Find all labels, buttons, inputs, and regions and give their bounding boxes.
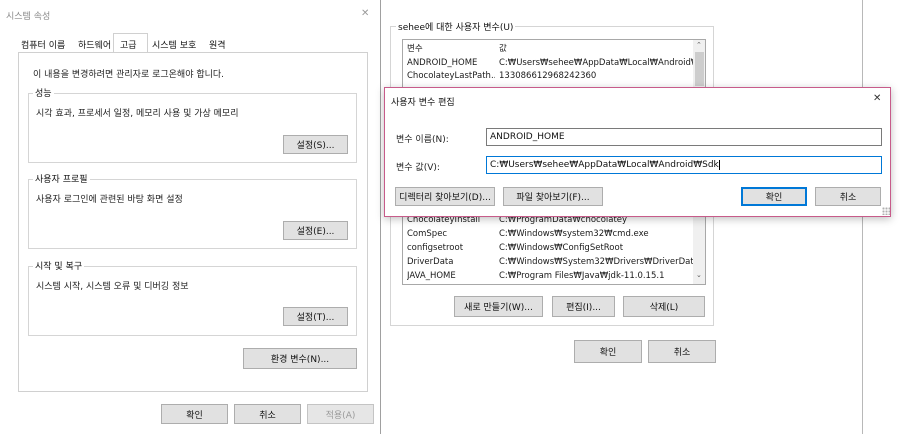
browse-file-button[interactable]: 파일 찾아보기(F)... (503, 187, 603, 206)
system-properties-window: 시스템 속성 ✕ 컴퓨터 이름 하드웨어 고급 시스템 보호 원격 이 내용을 … (0, 0, 381, 434)
user-profiles-desc: 사용자 로그인에 관련된 바탕 화면 설정 (36, 195, 183, 205)
performance-desc: 시각 효과, 프로세서 일정, 메모리 사용 및 가상 메모리 (36, 109, 239, 119)
sys-apply-button[interactable]: 적용(A) (307, 404, 374, 424)
env-cancel-button[interactable]: 취소 (648, 340, 716, 363)
startup-recovery-desc: 시스템 시작, 시스템 오류 및 디버깅 정보 (36, 282, 189, 292)
scroll-thumb[interactable] (695, 52, 704, 86)
list-item-value: C:₩Program Files₩Java₩jdk-11.0.15.1 (499, 271, 665, 281)
close-icon[interactable]: ✕ (361, 8, 369, 19)
list-header-value: 값 (499, 44, 507, 54)
dialog-title: 사용자 변수 편집 (391, 98, 455, 108)
tab-computer-name[interactable]: 컴퓨터 이름 (21, 38, 65, 51)
list-item-name: JAVA_HOME (407, 271, 456, 281)
browse-directory-button[interactable]: 디렉터리 찾아보기(D)... (395, 187, 495, 206)
list-item-value: C:₩Windows₩System32₩Drivers₩DriverData (499, 257, 699, 267)
resize-grip-icon[interactable] (882, 207, 890, 215)
variable-name-input[interactable]: ANDROID_HOME (486, 128, 882, 146)
close-icon[interactable]: ✕ (873, 93, 881, 104)
performance-settings-button[interactable]: 설정(S)... (283, 135, 348, 154)
list-item-name: configsetroot (407, 243, 464, 253)
variable-name-label: 변수 이름(N): (396, 135, 449, 145)
list-item[interactable]: ChocolateyLastPath... 133086612968242360 (403, 70, 693, 83)
tab-advanced[interactable]: 고급 (113, 33, 148, 52)
system-variables-list[interactable]: ChocolateyInstall C:₩ProgramData₩chocola… (402, 205, 706, 285)
performance-title: 성능 (33, 86, 54, 99)
text-caret (718, 159, 720, 170)
list-item[interactable]: ComSpec C:₩Windows₩system32₩cmd.exe (403, 228, 693, 241)
scrollbar[interactable]: ⌄ (693, 205, 705, 284)
sys-cancel-button[interactable]: 취소 (234, 404, 301, 424)
startup-recovery-title: 시작 및 복구 (33, 259, 85, 272)
user-profiles-settings-button[interactable]: 설정(E)... (283, 221, 348, 240)
list-item-value: C:₩Users₩sehee₩AppData₩Local₩Android₩ (499, 58, 699, 68)
env-vars-button[interactable]: 환경 변수(N)... (243, 348, 357, 369)
list-item-value: C:₩Windows₩ConfigSetRoot (499, 243, 624, 253)
new-variable-button[interactable]: 새로 만들기(W)... (454, 296, 543, 317)
tab-remote[interactable]: 원격 (209, 38, 226, 51)
list-header-name: 변수 (407, 44, 423, 54)
dialog-cancel-button[interactable]: 취소 (815, 187, 881, 206)
list-item[interactable]: configsetroot C:₩Windows₩ConfigSetRoot (403, 242, 693, 255)
list-item-name: ComSpec (407, 229, 448, 239)
list-item[interactable]: JAVA_HOME C:₩Program Files₩Java₩jdk-11.0… (403, 270, 693, 283)
tab-system-protection[interactable]: 시스템 보호 (152, 38, 196, 51)
variable-value-input[interactable]: C:₩Users₩sehee₩AppData₩Local₩Android₩Sdk (486, 156, 882, 174)
list-item-name: ChocolateyLastPath... (407, 71, 495, 81)
dialog-ok-button[interactable]: 확인 (741, 187, 807, 206)
right-edge-divider (862, 0, 863, 434)
list-item[interactable]: ANDROID_HOME C:₩Users₩sehee₩AppData₩Loca… (403, 57, 699, 70)
scrollbar[interactable]: ⌃ (693, 40, 705, 88)
list-item-name: ANDROID_HOME (407, 58, 478, 68)
list-item-value: 133086612968242360 (499, 71, 597, 81)
edit-variable-button[interactable]: 편집(I)... (552, 296, 615, 317)
delete-variable-button[interactable]: 삭제(L) (623, 296, 705, 317)
user-variables-title: sehee에 대한 사용자 변수(U) (396, 20, 516, 33)
tab-panel: 이 내용을 변경하려면 관리자로 로그온해야 합니다. 성능 시각 효과, 프로… (18, 52, 368, 392)
user-variables-list[interactable]: 변수 값 ANDROID_HOME C:₩Users₩sehee₩AppData… (402, 39, 706, 89)
scroll-up-icon[interactable]: ⌃ (696, 41, 702, 49)
variable-value-text: C:₩Users₩sehee₩AppData₩Local₩Android₩Sdk (490, 160, 719, 170)
scroll-down-icon[interactable]: ⌄ (696, 271, 702, 279)
env-ok-button[interactable]: 확인 (574, 340, 642, 363)
window-title: 시스템 속성 (6, 12, 51, 22)
list-item-value: C:₩Windows₩system32₩cmd.exe (499, 229, 649, 239)
environment-variables-window: sehee에 대한 사용자 변수(U) 변수 값 ANDROID_HOME C:… (382, 0, 904, 434)
tab-advanced-label: 고급 (120, 41, 137, 51)
edit-variable-dialog: 사용자 변수 편집 ✕ 변수 이름(N): ANDROID_HOME 변수 값(… (384, 87, 891, 217)
user-profiles-title: 사용자 프로필 (33, 172, 90, 185)
list-item-name: DriverData (407, 257, 454, 267)
startup-recovery-settings-button[interactable]: 설정(T)... (283, 307, 348, 326)
sys-ok-button[interactable]: 확인 (161, 404, 228, 424)
list-item[interactable]: DriverData C:₩Windows₩System32₩Drivers₩D… (403, 256, 699, 269)
tab-hardware[interactable]: 하드웨어 (78, 38, 111, 51)
admin-note: 이 내용을 변경하려면 관리자로 로그온해야 합니다. (33, 70, 225, 80)
variable-value-label: 변수 값(V): (396, 163, 440, 173)
